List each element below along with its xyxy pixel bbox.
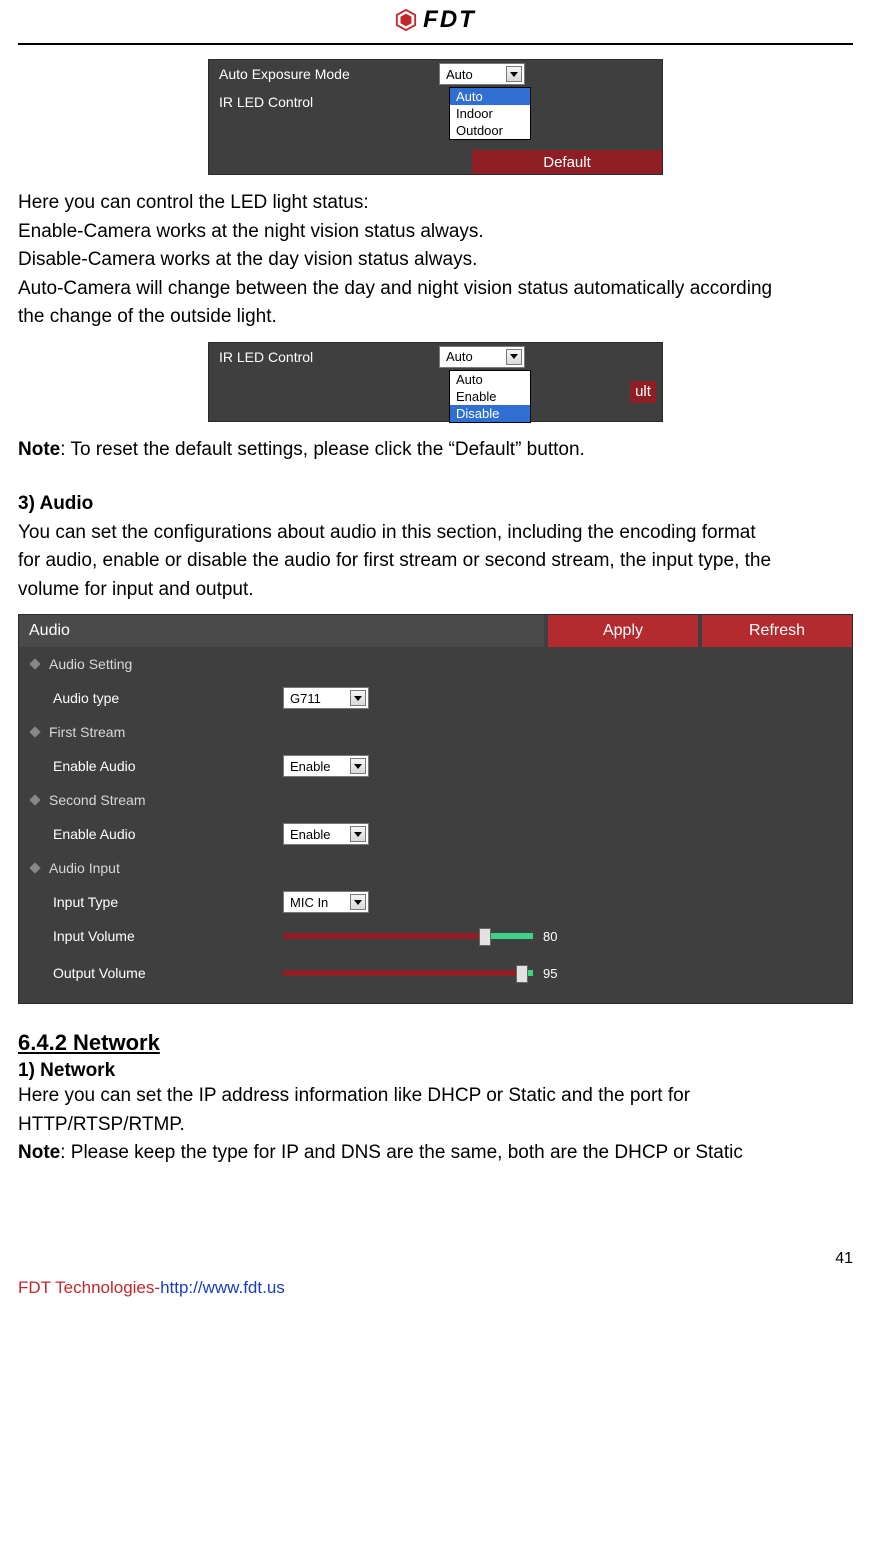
- section-label: Audio Setting: [49, 656, 132, 672]
- ir-select-value: Auto: [446, 349, 473, 364]
- refresh-button[interactable]: Refresh: [702, 615, 852, 647]
- output-volume-value: 95: [543, 966, 571, 981]
- footer-company: FDT Technologies-: [18, 1278, 160, 1297]
- input-volume-label: Input Volume: [53, 928, 283, 944]
- exposure-option-auto[interactable]: Auto: [450, 88, 530, 105]
- note-default: Note: To reset the default settings, ple…: [18, 436, 853, 465]
- ir-select[interactable]: Auto: [439, 346, 525, 368]
- note-text: : Please keep the type for IP and DNS ar…: [60, 1142, 743, 1163]
- text-line: the change of the outside light.: [18, 303, 853, 332]
- apply-button[interactable]: Apply: [548, 615, 698, 647]
- audio-type-label: Audio type: [53, 690, 283, 706]
- footer-link[interactable]: http://www.fdt.us: [160, 1278, 285, 1297]
- ir-label-2: IR LED Control: [219, 349, 439, 365]
- input-volume-slider[interactable]: [283, 933, 533, 939]
- output-volume-slider[interactable]: [283, 970, 533, 976]
- chevron-down-icon: [350, 758, 366, 774]
- chevron-down-icon: [506, 349, 522, 365]
- enable-audio-1-select[interactable]: Enable: [283, 755, 369, 777]
- enable-audio-1-value: Enable: [290, 759, 330, 774]
- section-audio-setting: Audio Setting: [19, 647, 852, 681]
- led-description: Here you can control the LED light statu…: [18, 189, 853, 332]
- exposure-dropdown[interactable]: Auto Indoor Outdoor: [449, 87, 531, 140]
- exposure-label: Auto Exposure Mode: [219, 66, 439, 82]
- input-type-select[interactable]: MIC In: [283, 891, 369, 913]
- output-volume-label: Output Volume: [53, 965, 283, 981]
- input-volume-value: 80: [543, 929, 571, 944]
- ir-option-auto[interactable]: Auto: [450, 371, 530, 388]
- ir-dropdown[interactable]: Auto Enable Disable: [449, 370, 531, 423]
- header-rule: [18, 43, 853, 45]
- enable-audio-2-select[interactable]: Enable: [283, 823, 369, 845]
- section-3-text: You can set the configurations about aud…: [18, 519, 853, 605]
- audio-panel: Audio Apply Refresh Audio Setting Audio …: [18, 614, 853, 1004]
- input-type-label: Input Type: [53, 894, 283, 910]
- note-label: Note: [18, 1142, 60, 1163]
- section-3-title: 3) Audio: [18, 490, 853, 519]
- text-line: for audio, enable or disable the audio f…: [18, 547, 853, 576]
- audio-type-value: G711: [290, 691, 321, 706]
- page-header: FDT: [18, 0, 853, 37]
- chevron-down-icon: [506, 66, 522, 82]
- default-button-1[interactable]: Default: [472, 150, 662, 174]
- chevron-down-icon: [350, 894, 366, 910]
- default-button-partial[interactable]: ult: [630, 381, 656, 403]
- text-line: Auto-Camera will change between the day …: [18, 275, 853, 304]
- default-button-label: Default: [543, 154, 591, 171]
- section-label: Second Stream: [49, 792, 146, 808]
- text-line: Here you can set the IP address informat…: [18, 1082, 853, 1111]
- note-text: : To reset the default settings, please …: [60, 439, 585, 460]
- diamond-icon: [29, 862, 40, 873]
- text-line: Disable-Camera works at the day vision s…: [18, 246, 853, 275]
- exposure-panel: Auto Exposure Mode Auto IR LED Control A…: [208, 59, 663, 175]
- diamond-icon: [29, 658, 40, 669]
- audio-type-select[interactable]: G711: [283, 687, 369, 709]
- refresh-label: Refresh: [749, 622, 805, 640]
- heading-network: 6.4.2 Network: [18, 1030, 853, 1056]
- text-line: Enable-Camera works at the night vision …: [18, 218, 853, 247]
- section-label: Audio Input: [49, 860, 120, 876]
- network-text: Here you can set the IP address informat…: [18, 1082, 853, 1139]
- slider-thumb[interactable]: [516, 965, 528, 983]
- ir-option-enable[interactable]: Enable: [450, 388, 530, 405]
- section-audio-input: Audio Input: [19, 851, 852, 885]
- page-number: 41: [835, 1250, 853, 1268]
- note-network: Note: Please keep the type for IP and DN…: [18, 1139, 853, 1168]
- enable-audio-2-label: Enable Audio: [53, 826, 283, 842]
- ir-label-1: IR LED Control: [219, 94, 439, 110]
- brand-logo: FDT: [395, 6, 476, 34]
- enable-audio-1-label: Enable Audio: [53, 758, 283, 774]
- text-line: Here you can control the LED light statu…: [18, 189, 853, 218]
- exposure-select-value: Auto: [446, 67, 473, 82]
- chevron-down-icon: [350, 690, 366, 706]
- text-line: You can set the configurations about aud…: [18, 519, 853, 548]
- page-footer: FDT Technologies-http://www.fdt.us 41: [18, 1278, 853, 1298]
- section-label: First Stream: [49, 724, 125, 740]
- section-second-stream: Second Stream: [19, 783, 852, 817]
- default-partial-label: ult: [635, 383, 651, 400]
- brand-text: FDT: [423, 6, 476, 34]
- ir-panel: IR LED Control Auto Auto Enable Disable …: [208, 342, 663, 422]
- exposure-option-outdoor[interactable]: Outdoor: [450, 122, 530, 139]
- subheading-network: 1) Network: [18, 1060, 853, 1082]
- audio-title: Audio: [19, 615, 544, 647]
- hexagon-icon: [395, 9, 417, 31]
- exposure-option-indoor[interactable]: Indoor: [450, 105, 530, 122]
- apply-label: Apply: [603, 622, 643, 640]
- chevron-down-icon: [350, 826, 366, 842]
- slider-thumb[interactable]: [479, 928, 491, 946]
- section-first-stream: First Stream: [19, 715, 852, 749]
- ir-option-disable[interactable]: Disable: [450, 405, 530, 422]
- diamond-icon: [29, 726, 40, 737]
- text-line: volume for input and output.: [18, 576, 853, 605]
- input-type-value: MIC In: [290, 895, 328, 910]
- text-line: HTTP/RTSP/RTMP.: [18, 1111, 853, 1140]
- note-label: Note: [18, 439, 60, 460]
- exposure-select[interactable]: Auto: [439, 63, 525, 85]
- enable-audio-2-value: Enable: [290, 827, 330, 842]
- diamond-icon: [29, 794, 40, 805]
